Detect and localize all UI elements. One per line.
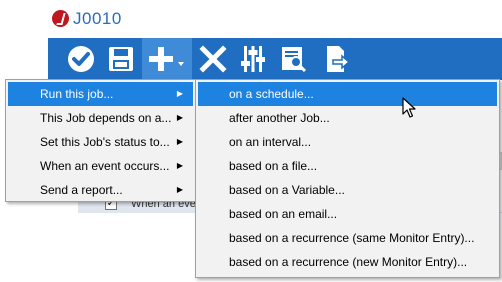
toolbar [48,38,502,80]
export-button[interactable] [320,38,354,80]
submenu-item-recurrence-new[interactable]: based on a recurrence (new Monitor Entry… [198,250,497,274]
submenu-item-after-job[interactable]: after another Job... [198,106,497,130]
menu-item-label: When an event occurs... [40,159,170,173]
delete-icon [199,45,227,73]
menu-item-depends-on[interactable]: This Job depends on a... ▶ [8,106,193,130]
approve-button[interactable] [64,38,98,80]
submenu-item-schedule[interactable]: on a schedule... [198,82,497,106]
menu-item-send-report[interactable]: Send a report... ▶ [8,178,193,202]
submenu-arrow-icon: ▶ [176,113,183,122]
save-button[interactable] [104,38,138,80]
menu-item-label: Send a report... [40,183,123,197]
submenu-item-recurrence-same[interactable]: based on a recurrence (same Monitor Entr… [198,226,497,250]
export-icon [327,46,351,72]
approve-icon [68,46,94,72]
submenu-item-variable[interactable]: based on a Variable... [198,178,497,202]
menu-item-set-status[interactable]: Set this Job's status to... ▶ [8,130,193,154]
menu-item-run-this-job[interactable]: Run this job... ▶ [8,82,193,106]
menu-item-label: Set this Job's status to... [40,135,170,149]
submenu-arrow-icon: ▶ [176,161,183,170]
menu-item-label: This Job depends on a... [40,111,172,125]
sliders-icon [241,46,265,72]
app-logo-icon [52,10,69,27]
add-icon [149,47,184,71]
settings-button[interactable] [236,38,270,80]
window-title: J0010 [73,9,122,28]
menu-item-label: Run this job... [40,87,114,101]
submenu-item-email[interactable]: based on an email... [198,202,497,226]
add-button[interactable] [142,38,192,80]
submenu-item-interval[interactable]: on an interval... [198,130,497,154]
delete-button[interactable] [196,38,230,80]
menu-item-event-occurs[interactable]: When an event occurs... ▶ [8,154,193,178]
submenu-item-file[interactable]: based on a file... [198,154,497,178]
save-icon [109,47,133,71]
report-button[interactable] [276,38,312,80]
submenu-arrow-icon: ▶ [176,185,183,194]
report-icon [282,47,307,73]
run-job-submenu: on a schedule... after another Job... on… [195,79,500,278]
context-menu: Run this job... ▶ This Job depends on a..… [5,79,196,202]
submenu-arrow-icon: ▶ [176,89,183,98]
submenu-arrow-icon: ▶ [176,137,183,146]
mouse-cursor-icon [402,97,416,118]
